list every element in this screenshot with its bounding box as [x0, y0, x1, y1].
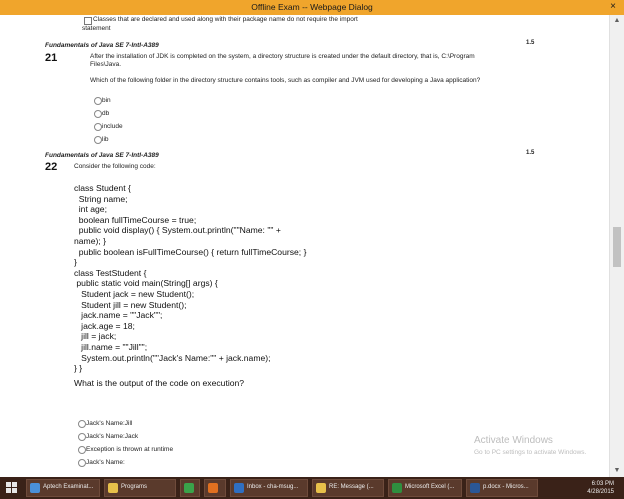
- q22-question: What is the output of the code on execut…: [74, 378, 245, 388]
- app-icon: [208, 483, 218, 493]
- app-icon: [470, 483, 480, 493]
- app-icon: [392, 483, 402, 493]
- window-title: Offline Exam -- Webpage Dialog: [251, 2, 373, 12]
- taskbar-item[interactable]: Programs: [104, 479, 176, 497]
- q22-points: 1.5: [526, 150, 535, 156]
- scroll-up-icon[interactable]: ▲: [610, 15, 624, 27]
- prev-option-text-line2: statement: [82, 25, 111, 32]
- clock-date: 4/28/2015: [587, 489, 614, 495]
- q21-points: 1.5: [526, 40, 535, 46]
- q21-option-bin-radio[interactable]: [94, 97, 102, 105]
- q22-section: Fundamentals of Java SE 7-Intl-A389: [45, 152, 159, 159]
- close-icon[interactable]: ×: [606, 1, 620, 13]
- activate-windows-subtitle: Go to PC settings to activate Windows.: [474, 449, 587, 456]
- q21-option-db[interactable]: db: [102, 110, 109, 117]
- taskbar-item-label: Inbox - cha-msug...: [247, 484, 299, 490]
- taskbar: Aptech Examinat... Programs Inbox - cha-ms…: [0, 477, 624, 499]
- q21-option-include-radio[interactable]: [94, 123, 102, 131]
- q22-option-2-radio[interactable]: [78, 433, 86, 441]
- q21-option-include[interactable]: include: [102, 123, 123, 130]
- q21-text-1: After the installation of JDK is complet…: [90, 53, 475, 60]
- title-bar: Offline Exam -- Webpage Dialog ×: [0, 0, 624, 15]
- q21-section: Fundamentals of Java SE 7-Intl-A389: [45, 42, 159, 49]
- windows-start-icon[interactable]: [6, 482, 18, 494]
- taskbar-item-label: Aptech Examinat...: [43, 484, 94, 490]
- q22-intro: Consider the following code:: [74, 163, 156, 170]
- scroll-thumb[interactable]: [613, 227, 621, 267]
- q22-option-2[interactable]: Jack's Name:Jack: [86, 433, 138, 440]
- taskbar-item[interactable]: Microsoft Excel (...: [388, 479, 462, 497]
- app-icon: [316, 483, 326, 493]
- q22-option-1-radio[interactable]: [78, 420, 86, 428]
- scroll-down-icon[interactable]: ▼: [610, 465, 624, 477]
- app-icon: [234, 483, 244, 493]
- q21-option-lib[interactable]: lib: [102, 136, 109, 143]
- q22-number: 22: [45, 161, 58, 173]
- taskbar-item[interactable]: p.docx - Micros...: [466, 479, 538, 497]
- taskbar-item-label: p.docx - Micros...: [483, 484, 529, 490]
- app-icon: [108, 483, 118, 493]
- activate-windows-title: Activate Windows: [474, 435, 553, 446]
- taskbar-item[interactable]: Aptech Examinat...: [26, 479, 100, 497]
- q22-code-block: class Student { String name; int age; bo…: [74, 183, 307, 374]
- q21-text-2: Files\Java.: [90, 61, 122, 68]
- taskbar-item[interactable]: RE: Message (...: [312, 479, 384, 497]
- q21-text-3: Which of the following folder in the dir…: [90, 77, 481, 84]
- q21-option-db-radio[interactable]: [94, 110, 102, 118]
- q21-option-lib-radio[interactable]: [94, 136, 102, 144]
- q22-option-3[interactable]: Exception is thrown at runtime: [86, 446, 173, 453]
- exam-content: Classes that are declared and used along…: [0, 15, 610, 477]
- taskbar-item-label: Programs: [121, 484, 148, 490]
- taskbar-clock[interactable]: 6:03 PM 4/28/2015: [587, 480, 614, 496]
- q22-option-4-radio[interactable]: [78, 459, 86, 467]
- q21-option-bin[interactable]: bin: [102, 97, 111, 104]
- q22-option-3-radio[interactable]: [78, 446, 86, 454]
- taskbar-item[interactable]: [204, 479, 226, 497]
- q22-option-1[interactable]: Jack's Name:Jill: [86, 420, 132, 427]
- prev-option-text-line1: Classes that are declared and used along…: [93, 16, 358, 23]
- app-icon: [30, 483, 40, 493]
- taskbar-item-label: RE: Message (...: [329, 484, 374, 490]
- vertical-scrollbar[interactable]: ▲ ▼: [609, 15, 624, 477]
- prev-option-checkbox[interactable]: [84, 17, 92, 25]
- q22-option-4[interactable]: Jack's Name:: [86, 459, 125, 466]
- taskbar-item[interactable]: Inbox - cha-msug...: [230, 479, 308, 497]
- clock-time: 6:03 PM: [591, 481, 614, 487]
- taskbar-item-label: Microsoft Excel (...: [405, 484, 455, 490]
- app-icon: [184, 483, 194, 493]
- q21-number: 21: [45, 52, 58, 64]
- taskbar-item[interactable]: [180, 479, 200, 497]
